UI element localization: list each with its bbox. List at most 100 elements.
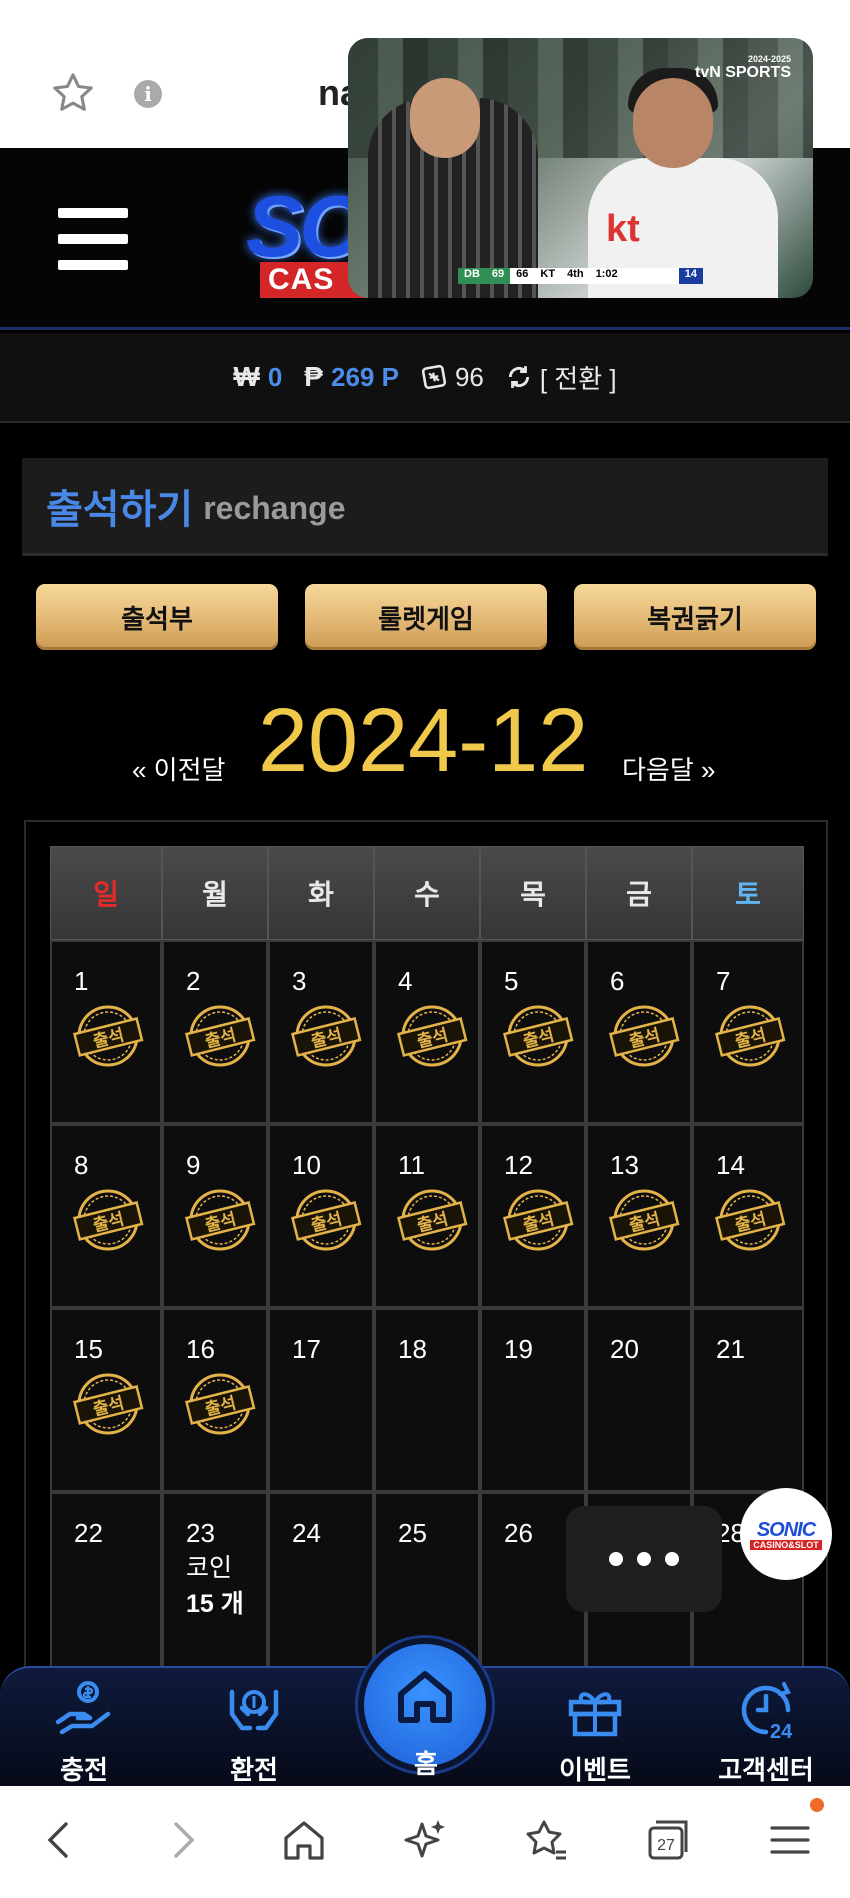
video-channel: tvN SPORTS (694, 64, 791, 81)
video-channel-logo: 2024-2025 tvN SPORTS (694, 52, 791, 81)
deposit-hand-icon (55, 1681, 111, 1735)
roulette-button[interactable]: 룰렛게임 (305, 584, 547, 650)
score-quarter: 4th (567, 268, 584, 280)
page-title-panel: 출석하기 rechange (22, 458, 828, 556)
attendance-stamp-icon: 출석 (73, 1005, 144, 1067)
home-icon (398, 1671, 452, 1723)
bookmark-star-icon[interactable] (50, 70, 96, 116)
calendar-day-cell[interactable]: 24 (268, 1492, 374, 1676)
home-page-icon[interactable] (276, 1812, 332, 1868)
next-month-link[interactable]: 다음달 » (622, 750, 715, 787)
current-month: 2024-12 (258, 691, 589, 791)
coin-ticket-icon (421, 364, 447, 390)
back-icon[interactable] (32, 1812, 88, 1868)
calendar-day-number: 7 (716, 966, 731, 996)
score-team-a: DB (458, 268, 486, 284)
attendance-stamp-icon: 출석 (73, 1189, 144, 1251)
attendance-stamp-icon: 출석 (185, 1373, 256, 1435)
peso-icon: ₱ (304, 361, 323, 392)
calendar-day-cell[interactable]: 17 (268, 1308, 374, 1492)
weekday-fri: 금 (586, 846, 692, 940)
sonic-badge-sub: CASINO&SLOT (750, 1539, 822, 1550)
video-jersey-logo: kt (606, 208, 640, 250)
month-navigation: « 이전달 2024-12 다음달 » (0, 690, 850, 800)
lottery-button[interactable]: 복권긁기 (574, 584, 816, 650)
coin-value: 96 (454, 361, 484, 392)
calendar-day-cell[interactable]: 3 출석 (268, 940, 374, 1124)
calendar-day-cell[interactable]: 2 출석 (162, 940, 268, 1124)
calendar-day-cell[interactable]: 15 출석 (50, 1308, 162, 1492)
calendar-day-cell[interactable]: 19 (480, 1308, 586, 1492)
calendar-day-cell[interactable]: 13 출석 (586, 1124, 692, 1308)
calendar-day-number: 8 (74, 1150, 89, 1180)
coin-balance: 96 (421, 362, 484, 393)
tabs-icon[interactable]: 27 (640, 1812, 696, 1868)
attendance-stamp-icon: 출석 (715, 1005, 786, 1067)
weekday-tue: 화 (268, 846, 374, 940)
calendar-day-cell[interactable]: 9 출석 (162, 1124, 268, 1308)
video-player-head (633, 78, 713, 168)
calendar-day-cell[interactable]: 12 출석 (480, 1124, 586, 1308)
calendar-day-number: 12 (504, 1150, 533, 1180)
cash-balance: ₩ 0 (233, 361, 282, 393)
nav-support[interactable]: 24 고객센터 (706, 1668, 826, 1788)
menu-lines-icon[interactable] (762, 1812, 818, 1868)
attendance-stamp-icon: 출석 (609, 1189, 680, 1251)
calendar-day-number: 5 (504, 966, 519, 996)
calendar-day-cell[interactable]: 18 (374, 1308, 480, 1492)
calendar-day-cell[interactable]: 10 출석 (268, 1124, 374, 1308)
calendar-day-cell[interactable]: 22 (50, 1492, 162, 1676)
point-value: 269 P (330, 361, 399, 392)
calendar-day-cell[interactable]: 20 (586, 1308, 692, 1492)
calendar-day-cell[interactable]: 23 코인 15 개 (162, 1492, 268, 1676)
calendar-day-cell[interactable]: 16 출석 (162, 1308, 268, 1492)
calendar-day-number: 26 (504, 1518, 533, 1548)
nav-withdraw[interactable]: 환전 (194, 1668, 314, 1788)
calendar-day-cell[interactable]: 7 출석 (692, 940, 804, 1124)
score-b: 66 (516, 268, 529, 280)
support-24-icon: 24 (741, 1682, 793, 1742)
attendance-button[interactable]: 출석부 (36, 584, 278, 650)
calendar-day-number: 1 (74, 966, 89, 996)
attendance-stamp-icon: 출석 (185, 1189, 256, 1251)
attendance-stamp-icon: 출석 (397, 1189, 468, 1251)
calendar-day-number: 22 (74, 1518, 103, 1548)
bookmarks-icon[interactable] (518, 1812, 574, 1868)
score-team-b: KT (540, 268, 556, 280)
sonic-floating-badge[interactable]: SONIC CASINO&SLOT (740, 1488, 832, 1580)
won-icon: ₩ (233, 361, 260, 392)
attendance-stamp-icon: 출석 (185, 1005, 256, 1067)
sparkle-ai-icon[interactable] (398, 1812, 454, 1868)
calendar-day-cell[interactable]: 11 출석 (374, 1124, 480, 1308)
calendar-day-cell[interactable]: 4 출석 (374, 940, 480, 1124)
calendar-day-cell[interactable]: 1 출석 (50, 940, 162, 1124)
menu-icon[interactable] (58, 208, 128, 270)
calendar-day-number: 20 (610, 1334, 639, 1364)
site-info-icon[interactable]: i (134, 80, 162, 108)
notification-dot (810, 1798, 824, 1812)
calendar-day-number: 10 (292, 1150, 321, 1180)
attendance-stamp-icon: 출석 (715, 1189, 786, 1251)
calendar-day-cell[interactable]: 8 출석 (50, 1124, 162, 1308)
balance-bar: ₩ 0 ₱ 269 P 96 [ 전환 ] (0, 333, 850, 423)
calendar-day-cell[interactable]: 6 출석 (586, 940, 692, 1124)
switch-button[interactable]: [ 전환 ] (506, 359, 617, 396)
calendar-day-number: 25 (398, 1518, 427, 1548)
calendar-day-cell[interactable]: 21 (692, 1308, 804, 1492)
app-root: i na SO CAS kt 2024-2025 tvN SPORTS DB 6… (0, 0, 850, 1898)
page-subtitle: rechange (203, 490, 346, 526)
more-options-button[interactable] (566, 1506, 722, 1612)
nav-withdraw-label: 환전 (230, 1755, 278, 1785)
calendar-day-cell[interactable]: 5 출석 (480, 940, 586, 1124)
sonic-badge-title: SONIC (756, 1518, 816, 1541)
prev-month-link[interactable]: « 이전달 (132, 750, 225, 787)
pip-video-player[interactable]: kt 2024-2025 tvN SPORTS DB 69 66 KT 4th … (348, 38, 813, 298)
nav-event[interactable]: 이벤트 (535, 1668, 655, 1788)
attendance-stamp-icon: 출석 (609, 1005, 680, 1067)
weekday-sat: 토 (692, 846, 804, 940)
forward-icon[interactable] (154, 1812, 210, 1868)
coin-reward-label: 코인 (186, 1554, 233, 1582)
calendar-day-cell[interactable]: 14 출석 (692, 1124, 804, 1308)
calendar-day-number: 11 (398, 1150, 425, 1180)
nav-deposit[interactable]: 충전 (24, 1668, 144, 1788)
